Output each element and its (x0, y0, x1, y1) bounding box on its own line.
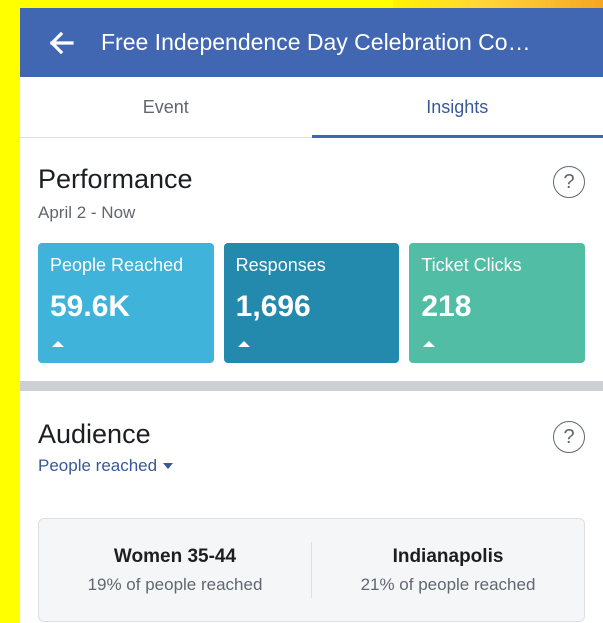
card-label: People Reached (50, 255, 184, 275)
app-screen: Free Independence Day Celebration Co… Ev… (20, 8, 603, 623)
responses-card[interactable]: Responses 1,696 (223, 243, 400, 363)
audience-summary: Women 35-44 19% of people reached Indian… (38, 518, 585, 622)
section-divider (20, 381, 603, 391)
date-range: April 2 - Now (38, 203, 136, 222)
location-percent: 21% of people reached (360, 574, 536, 594)
people-reached-card[interactable]: People Reached 59.6K (38, 243, 214, 363)
arrow-left-icon[interactable] (48, 29, 76, 57)
caret-down-icon (163, 463, 174, 469)
tab-insights[interactable]: Insights (311, 77, 603, 138)
card-value: 59.6K (50, 290, 131, 323)
card-value: 218 (421, 290, 472, 323)
performance-section: Performance April 2 - Now ? People Reach… (20, 138, 603, 363)
audience-title: Audience (38, 419, 151, 449)
help-icon[interactable]: ? (553, 166, 585, 198)
audience-filter-label: People reached (38, 456, 158, 475)
performance-title: Performance (38, 164, 193, 194)
help-icon[interactable]: ? (553, 421, 585, 453)
tab-event[interactable]: Event (20, 77, 312, 137)
arrow-up-icon (423, 341, 436, 347)
demographic-title: Women 35-44 (113, 545, 237, 567)
ticket-clicks-card[interactable]: Ticket Clicks 218 (409, 243, 586, 363)
audience-filter-dropdown[interactable]: People reached (38, 456, 174, 476)
card-label: Responses (235, 255, 326, 275)
metric-cards: People Reached 59.6K Responses 1,696 Tic… (38, 243, 586, 363)
arrow-up-icon (237, 341, 250, 347)
app-bar: Free Independence Day Celebration Co… (20, 8, 603, 77)
arrow-up-icon (52, 341, 64, 347)
tab-bar: Event Insights (20, 77, 603, 138)
audience-section: Audience People reached ? Women 35-44 19… (20, 391, 603, 622)
demographic-percent: 19% of people reached (87, 574, 263, 594)
card-value: 1,696 (235, 290, 311, 323)
card-label: Ticket Clicks (421, 255, 522, 275)
top-location[interactable]: Indianapolis 21% of people reached (312, 546, 584, 595)
page-title: Free Independence Day Celebration Co… (101, 29, 531, 55)
top-demographic[interactable]: Women 35-44 19% of people reached (39, 546, 311, 595)
location-title: Indianapolis (392, 545, 504, 567)
